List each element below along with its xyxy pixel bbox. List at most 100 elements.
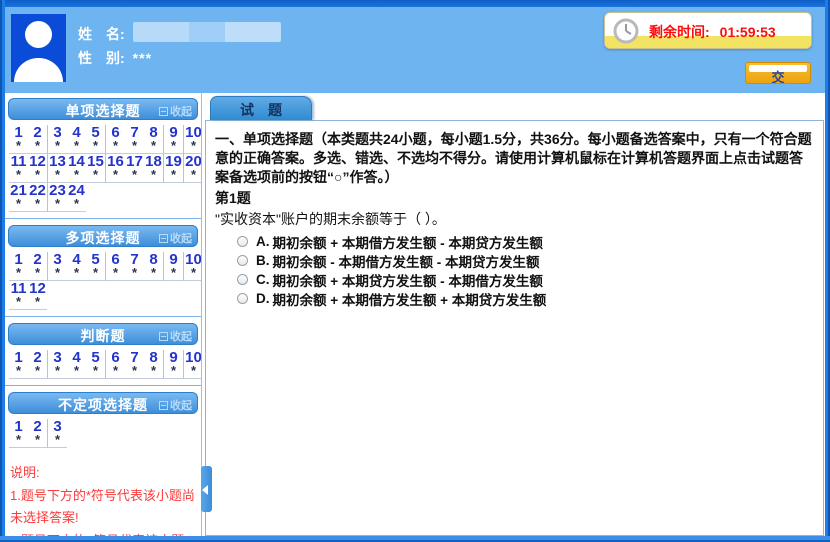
question-number-cell[interactable]: 4*: [67, 252, 86, 279]
exam-page: 姓 名: 性 别:*** 剩余时间:01:59:53 交 卷 单项选择题收起1*…: [0, 0, 830, 542]
unanswered-mark: *: [151, 366, 156, 377]
unanswered-mark: *: [35, 170, 40, 181]
unanswered-mark: *: [74, 141, 79, 152]
question-number-cell[interactable]: 8*: [144, 350, 163, 377]
unanswered-mark: *: [93, 141, 98, 152]
unanswered-mark: *: [16, 366, 21, 377]
question-number-cell[interactable]: 21*: [9, 183, 28, 210]
unanswered-mark: *: [132, 141, 137, 152]
question-number-cell[interactable]: 10*: [184, 125, 202, 152]
collapse-button[interactable]: 收起: [159, 103, 192, 119]
question-number-cell[interactable]: 16*: [106, 154, 125, 181]
question-number-cell[interactable]: 11*: [9, 154, 28, 181]
sidebar-panel: 判断题收起1*2*3*4*5*6*7*8*9*10*: [5, 323, 201, 386]
question-number-cell[interactable]: 10*: [184, 350, 202, 377]
option-letter: B.: [256, 253, 270, 268]
question-number-cell[interactable]: 1*: [9, 419, 28, 446]
question-number-cell[interactable]: 8*: [144, 125, 163, 152]
question-content: 一、单项选择题（本类题共24小题，每小题1.5分，共36分。每小题备选答案中，只…: [205, 120, 824, 536]
candidate-photo: [11, 14, 66, 82]
option-row[interactable]: A.期初余额 + 本期借方发生额 - 本期贷方发生额: [237, 232, 813, 251]
question-number-cell[interactable]: 5*: [86, 350, 105, 377]
panel-separator: [5, 218, 201, 219]
question-number-cell[interactable]: 1*: [9, 350, 28, 377]
unanswered-mark: *: [191, 268, 196, 279]
question-number-cell[interactable]: 3*: [48, 125, 67, 152]
question-group: 1*2*: [9, 350, 48, 379]
question-number-cell[interactable]: 20*: [184, 154, 202, 181]
unanswered-mark: *: [55, 366, 60, 377]
question-group: 10*: [184, 252, 202, 281]
question-number-cell[interactable]: 6*: [106, 125, 125, 152]
question-grid-row: 1*2*3*4*5*6*7*8*9*10*: [9, 252, 197, 281]
question-number-cell[interactable]: 10*: [184, 252, 202, 279]
tab-question[interactable]: 试 题: [210, 96, 312, 120]
unanswered-mark: *: [191, 170, 196, 181]
question-number-cell[interactable]: 2*: [28, 419, 47, 446]
question-number-cell[interactable]: 1*: [9, 125, 28, 152]
option-row[interactable]: B.期初余额 - 本期借方发生额 - 本期贷方发生额: [237, 251, 813, 270]
question-number-cell[interactable]: 6*: [106, 252, 125, 279]
question-panels: 单项选择题收起1*2*3*4*5*6*7*8*9*10*11*12*13*14*…: [5, 98, 201, 448]
question-number-cell[interactable]: 4*: [67, 350, 86, 377]
question-number-cell[interactable]: 5*: [86, 125, 105, 152]
question-number-cell[interactable]: 15*: [86, 154, 105, 181]
question-number-cell[interactable]: 24*: [67, 183, 86, 210]
question-group: 21*22*: [9, 183, 48, 212]
question-number-cell[interactable]: 3*: [48, 350, 67, 377]
question-number-grid: 1*2*3*4*5*6*7*8*9*10*11*12*13*14*15*16*1…: [5, 122, 201, 212]
question-number-cell[interactable]: 7*: [125, 252, 144, 279]
question-number-cell[interactable]: 8*: [144, 252, 163, 279]
radio-button-icon[interactable]: [237, 293, 248, 304]
sidebar-collapse-handle[interactable]: [201, 466, 212, 512]
legend-note-line: 1.题号下方的*符号代表该小题尚未选择答案!: [10, 485, 197, 529]
question-number-cell[interactable]: 7*: [125, 350, 144, 377]
question-number-cell[interactable]: 22*: [28, 183, 47, 210]
question-number-cell[interactable]: 7*: [125, 125, 144, 152]
question-number-cell[interactable]: 13*: [48, 154, 67, 181]
collapse-button[interactable]: 收起: [159, 397, 192, 413]
clock-icon: [612, 17, 640, 45]
question-number-cell[interactable]: 6*: [106, 350, 125, 377]
question-number-cell[interactable]: 18*: [144, 154, 163, 181]
question-number-cell[interactable]: 3*: [48, 252, 67, 279]
option-row[interactable]: D.期初余额 + 本期借方发生额 + 本期贷方发生额: [237, 289, 813, 308]
option-text: 期初余额 + 本期借方发生额 + 本期贷方发生额: [273, 289, 547, 309]
sidebar-panel: 不定项选择题收起1*2*3*: [5, 392, 201, 448]
option-row[interactable]: C.期初余额 + 本期贷方发生额 - 本期借方发生额: [237, 270, 813, 289]
radio-button-icon[interactable]: [237, 236, 248, 247]
question-number-cell[interactable]: 2*: [28, 350, 47, 377]
radio-button-icon[interactable]: [237, 274, 248, 285]
sidebar-panel: 多项选择题收起1*2*3*4*5*6*7*8*9*10*11*12*: [5, 225, 201, 317]
question-number-cell[interactable]: 19*: [164, 154, 183, 181]
question-number-cell[interactable]: 2*: [28, 252, 47, 279]
collapse-button[interactable]: 收起: [159, 230, 192, 246]
collapse-button[interactable]: 收起: [159, 328, 192, 344]
unanswered-mark: *: [151, 170, 156, 181]
question-number-cell[interactable]: 3*: [48, 419, 67, 446]
question-number-cell[interactable]: 9*: [164, 252, 183, 279]
question-number-grid: 1*2*3*4*5*6*7*8*9*10* 11*12*: [5, 249, 201, 310]
question-number-cell[interactable]: 23*: [48, 183, 67, 210]
unanswered-mark: *: [151, 141, 156, 152]
question-number-cell[interactable]: 4*: [67, 125, 86, 152]
submit-paper-button[interactable]: 交 卷: [745, 62, 811, 84]
question-number-cell[interactable]: 9*: [164, 125, 183, 152]
question-number-cell[interactable]: 9*: [164, 350, 183, 377]
question-group: 3*4*5*: [48, 125, 106, 154]
question-number-cell[interactable]: 1*: [9, 252, 28, 279]
question-number-cell[interactable]: 17*: [125, 154, 144, 181]
question-number-cell[interactable]: 5*: [86, 252, 105, 279]
question-number-cell[interactable]: 11*: [9, 281, 28, 308]
unanswered-mark: *: [113, 170, 118, 181]
question-number-cell[interactable]: 2*: [28, 125, 47, 152]
radio-button-icon[interactable]: [237, 255, 248, 266]
question-number-cell[interactable]: 12*: [28, 154, 47, 181]
question-number-cell[interactable]: 14*: [67, 154, 86, 181]
question-number-title: 第1题: [215, 189, 813, 208]
option-text: 期初余额 + 本期贷方发生额 - 本期借方发生额: [273, 270, 543, 290]
unanswered-mark: *: [55, 435, 60, 446]
section-instruction: 一、单项选择题（本类题共24小题，每小题1.5分，共36分。每小题备选答案中，只…: [215, 130, 813, 187]
window-border-bottom: [0, 536, 830, 542]
question-number-cell[interactable]: 12*: [28, 281, 47, 308]
